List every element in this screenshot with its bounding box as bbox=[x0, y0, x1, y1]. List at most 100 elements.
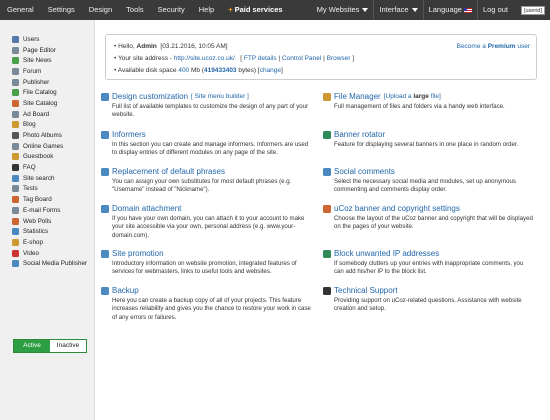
tool-card: Technical Support Providing support on uC… bbox=[323, 285, 533, 314]
sidebar-item-label: Site search bbox=[23, 174, 55, 182]
tab-active[interactable]: Active bbox=[14, 340, 50, 352]
tab-inactive[interactable]: Inactive bbox=[50, 340, 86, 352]
sidebar-item[interactable]: Ad Board bbox=[0, 109, 94, 120]
disk-mb: 400 bbox=[178, 67, 190, 74]
tool-title-link[interactable]: Banner rotator bbox=[334, 130, 385, 139]
tool-title-link[interactable]: uCoz banner and copyright settings bbox=[334, 204, 460, 213]
tool-title-row: Site promotion bbox=[101, 248, 311, 259]
tool-sub-link[interactable]: [ Site menu builder ] bbox=[191, 93, 249, 100]
tool-title-row: uCoz banner and copyright settings bbox=[323, 203, 533, 214]
sidebar-item[interactable]: Statistics bbox=[0, 226, 94, 237]
tool-card: Replacement of default phrases You can as… bbox=[101, 166, 311, 195]
become-premium-link[interactable]: Become a Premium user bbox=[457, 41, 530, 53]
sidebar-item[interactable]: Users bbox=[0, 34, 94, 45]
site-address-row: • Your site address - http://site.ucoz.c… bbox=[114, 55, 355, 62]
sidebar-item[interactable]: File Catalog bbox=[0, 87, 94, 98]
site-news-icon bbox=[12, 57, 19, 65]
tool-sub-link[interactable]: [Upload a large file] bbox=[384, 93, 441, 100]
tool-card: Social comments Select the necessary soci… bbox=[323, 166, 533, 195]
nav-help[interactable]: Help bbox=[192, 0, 221, 20]
tool-title-row: File Manager [Upload a large file] bbox=[323, 91, 533, 102]
my-websites-menu[interactable]: My Websites bbox=[312, 0, 374, 20]
tool-sub-highlight: large bbox=[413, 93, 429, 100]
username: Admin bbox=[136, 43, 157, 50]
file-manager-icon bbox=[323, 92, 331, 101]
browser-link[interactable]: Browser bbox=[327, 55, 351, 62]
sidebar-item[interactable]: Photo Albums bbox=[0, 130, 94, 141]
tool-title-link[interactable]: Block unwanted IP addresses bbox=[334, 249, 439, 258]
us-flag-icon bbox=[463, 7, 472, 13]
change-link[interactable]: change bbox=[260, 67, 281, 74]
top-bar: General Settings Design Tools Security H… bbox=[0, 0, 550, 20]
sidebar-item[interactable]: Site search bbox=[0, 173, 94, 184]
sidebar-item-label: Web Polls bbox=[23, 217, 52, 225]
sidebar-item-label: Statistics bbox=[23, 228, 49, 236]
replacement-icon bbox=[101, 167, 109, 176]
guestbook-icon bbox=[12, 153, 19, 161]
tool-title-link[interactable]: File Manager bbox=[334, 92, 381, 101]
sidebar-item-label: Publisher bbox=[23, 78, 50, 86]
tool-sub-text: [Upload a bbox=[383, 93, 412, 100]
sidebar-list: Users Page Editor Site News Forum Publisher F… bbox=[0, 20, 94, 269]
my-websites-label: My Websites bbox=[316, 5, 360, 14]
sidebar-item[interactable]: Video bbox=[0, 248, 94, 259]
tool-title-link[interactable]: Domain attachment bbox=[112, 204, 181, 213]
sidebar-item[interactable]: Web Polls bbox=[0, 216, 94, 227]
sidebar-item[interactable]: FAQ bbox=[0, 162, 94, 173]
tool-description: Introductory information on website prom… bbox=[112, 260, 297, 276]
tool-card: Backup Here you can create a backup copy … bbox=[101, 285, 311, 322]
sidebar-item[interactable]: Tag Board bbox=[0, 194, 94, 205]
block-ip-icon bbox=[323, 249, 331, 258]
language-menu[interactable]: Language bbox=[422, 0, 477, 20]
site-catalog-icon bbox=[12, 99, 19, 107]
nav-general[interactable]: General bbox=[0, 0, 41, 20]
tool-title-link[interactable]: Backup bbox=[112, 286, 139, 295]
sidebar-item[interactable]: E-mail Forms bbox=[0, 205, 94, 216]
site-address-link[interactable]: http://site.ucoz.co.uk/ bbox=[174, 55, 235, 62]
sidebar-item[interactable]: Guestbook bbox=[0, 152, 94, 163]
interface-menu[interactable]: Interface bbox=[373, 0, 422, 20]
logout-link[interactable]: Log out bbox=[476, 0, 513, 20]
ftp-details-link[interactable]: FTP details bbox=[244, 55, 277, 62]
nav-tools[interactable]: Tools bbox=[119, 0, 151, 20]
sidebar-item[interactable]: Page Editor bbox=[0, 45, 94, 56]
tool-title-link[interactable]: Design customization bbox=[112, 92, 188, 101]
sidebar-item[interactable]: Site News bbox=[0, 55, 94, 66]
tool-title-link[interactable]: Social comments bbox=[334, 167, 395, 176]
tool-title-row: Block unwanted IP addresses bbox=[323, 248, 533, 259]
sidebar-item[interactable]: Tests bbox=[0, 184, 94, 195]
sidebar-item[interactable]: E-shop bbox=[0, 237, 94, 248]
ad-board-icon bbox=[12, 110, 19, 118]
disk-bytes-unit: bytes bbox=[238, 67, 254, 74]
sidebar-item-label: Site Catalog bbox=[23, 99, 58, 107]
control-panel-link[interactable]: Control Panel bbox=[282, 55, 321, 62]
address-label: Your site address - bbox=[117, 55, 172, 62]
sidebar-item-label: Online Games bbox=[23, 142, 64, 150]
tool-title-link[interactable]: Technical Support bbox=[334, 286, 398, 295]
tool-title-link[interactable]: Replacement of default phrases bbox=[112, 167, 225, 176]
nav-paid-services[interactable]: + Paid services bbox=[221, 0, 289, 20]
sidebar-item[interactable]: Site Catalog bbox=[0, 98, 94, 109]
become-premium: Premium bbox=[487, 43, 516, 50]
nav-design[interactable]: Design bbox=[82, 0, 119, 20]
tool-description: Feature for displaying several banners i… bbox=[334, 141, 519, 148]
sidebar-item[interactable]: Social Media Publisher bbox=[0, 258, 94, 269]
tool-sub-end: file] bbox=[430, 93, 441, 100]
chevron-down-icon bbox=[362, 8, 369, 12]
nav-security[interactable]: Security bbox=[151, 0, 192, 20]
tool-title-link[interactable]: Informers bbox=[112, 130, 146, 139]
tag-board-icon bbox=[12, 196, 19, 204]
login-time: [03.21.2016, 10:05 AM] bbox=[160, 43, 228, 50]
nav-settings[interactable]: Settings bbox=[41, 0, 82, 20]
disk-mb-unit: Mb bbox=[191, 67, 201, 74]
photo-albums-icon bbox=[12, 132, 19, 140]
sidebar-item-label: File Catalog bbox=[23, 89, 57, 97]
tool-card: uCoz banner and copyright settings Choose… bbox=[323, 203, 533, 232]
sidebar-item[interactable]: Blog bbox=[0, 120, 94, 131]
become-suffix: user bbox=[517, 43, 530, 50]
sidebar-item[interactable]: Publisher bbox=[0, 77, 94, 88]
sidebar-item[interactable]: Online Games bbox=[0, 141, 94, 152]
sidebar-item[interactable]: Forum bbox=[0, 66, 94, 77]
tool-title-link[interactable]: Site promotion bbox=[112, 249, 164, 258]
banner-rotator-icon bbox=[323, 130, 331, 139]
